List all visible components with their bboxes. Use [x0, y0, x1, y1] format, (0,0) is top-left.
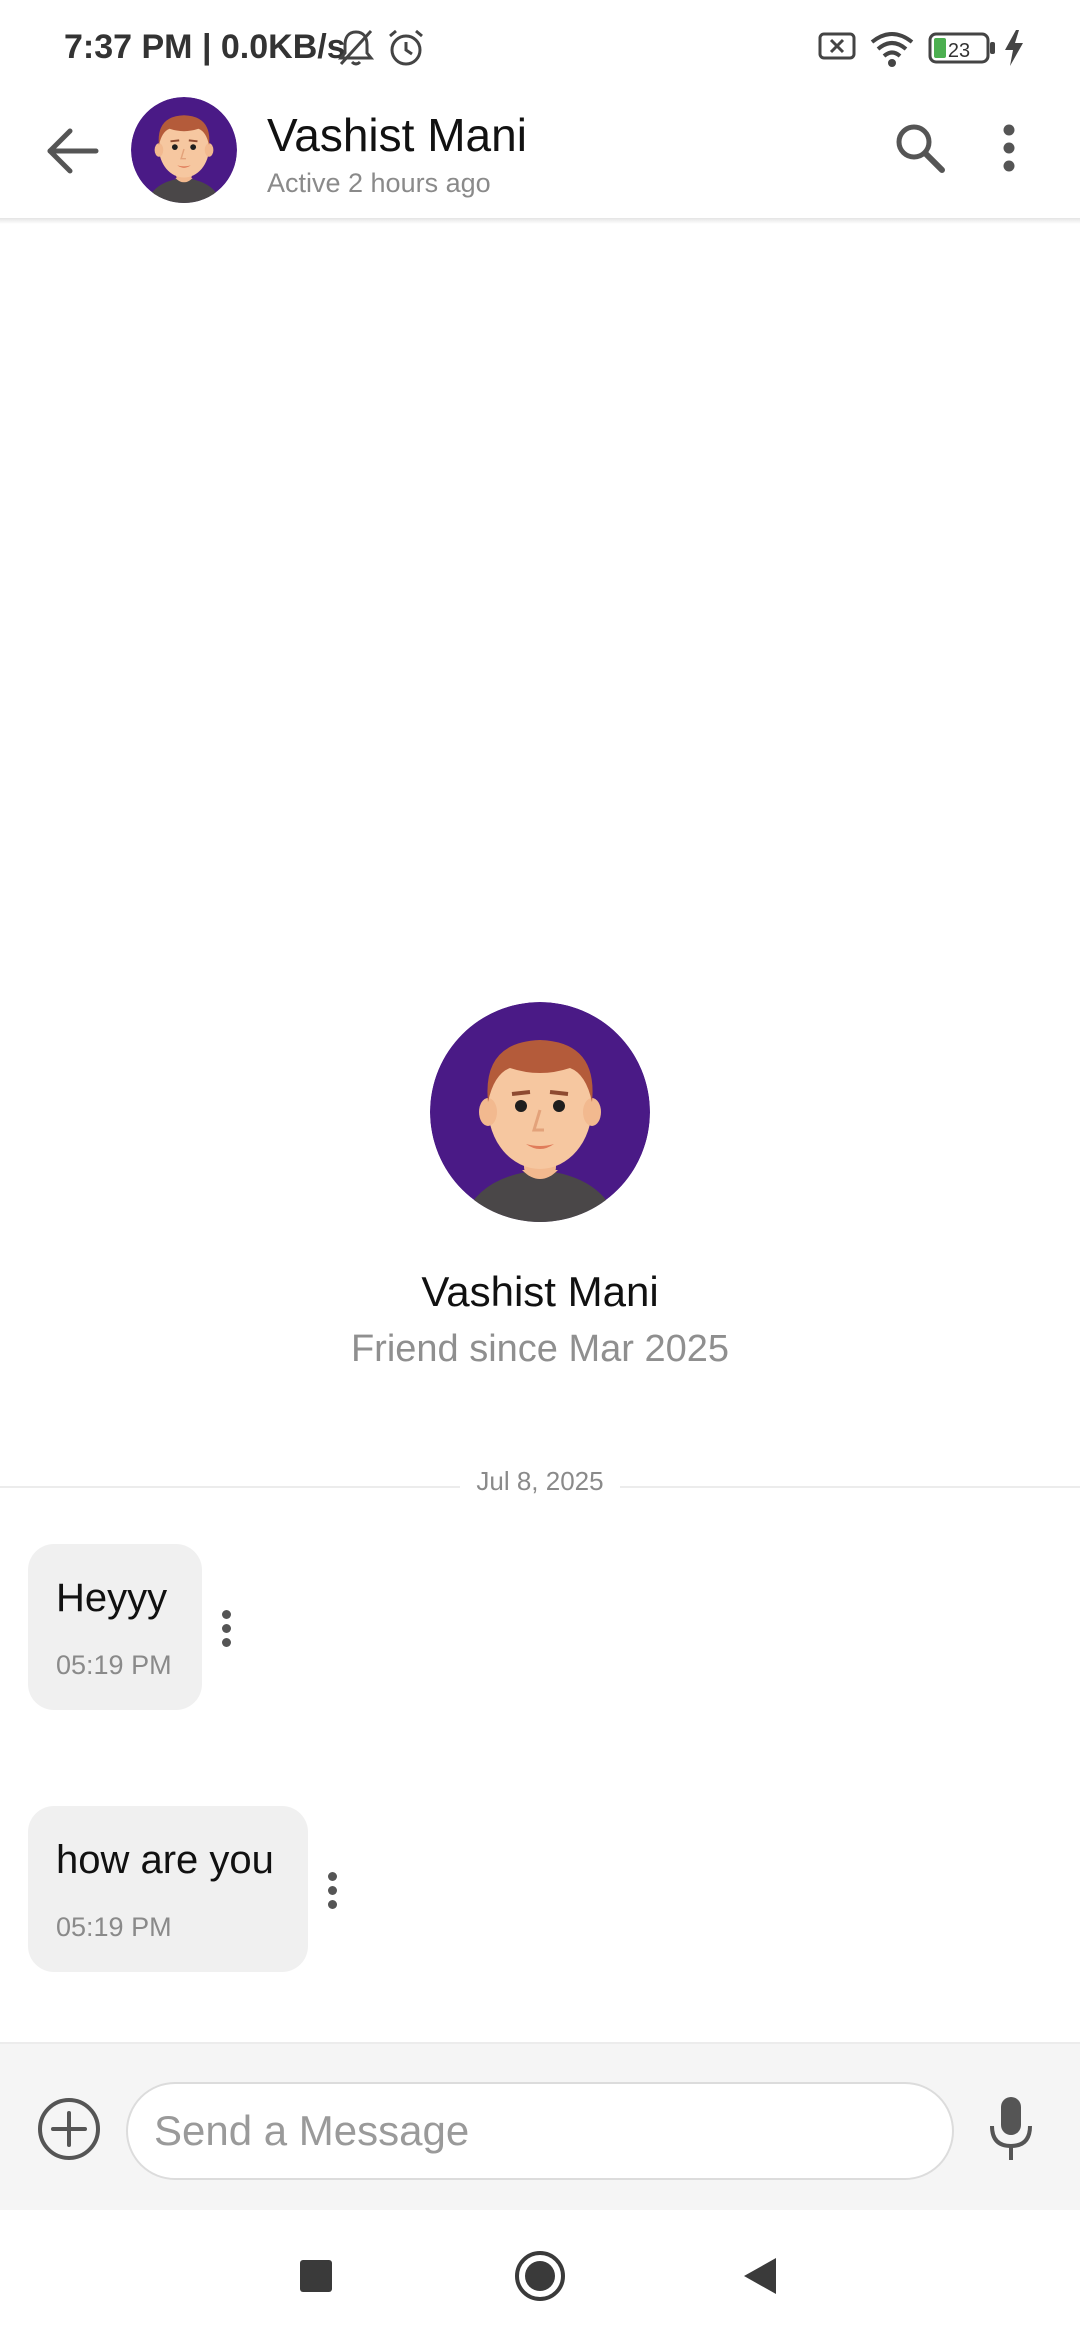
microphone-icon[interactable] — [986, 2094, 1036, 2164]
wifi-icon — [870, 32, 914, 67]
alarm-icon — [389, 29, 423, 66]
battery-level: 23 — [948, 40, 970, 62]
status-bar: 7:37 PM | 0.0KB/s 23 — [0, 0, 1080, 96]
message-time: 05:19 PM — [56, 1912, 172, 1942]
contact-status: Active 2 hours ago — [267, 168, 491, 198]
status-time: 7:37 PM | 0.0KB/s — [64, 28, 346, 66]
date-divider-label: Jul 8, 2025 — [476, 1466, 604, 1496]
search-icon[interactable] — [892, 120, 946, 174]
contact-name[interactable]: Vashist Mani — [267, 108, 527, 162]
date-divider: Jul 8, 2025 — [460, 1466, 620, 1497]
message-input[interactable] — [126, 2082, 954, 2180]
message-text: Heyyy — [56, 1576, 168, 1620]
recents-icon[interactable] — [298, 2258, 334, 2294]
message-options-icon[interactable] — [222, 1610, 232, 1652]
back-arrow-icon[interactable] — [44, 126, 100, 176]
more-vert-icon[interactable] — [998, 122, 1020, 174]
home-icon[interactable] — [514, 2250, 566, 2302]
profile-avatar[interactable] — [430, 1002, 650, 1222]
sim-off-icon — [818, 32, 856, 60]
message-bubble[interactable]: how are you 05:19 PM — [28, 1806, 308, 1972]
battery-icon: 23 — [928, 32, 995, 64]
header-shadow — [0, 218, 1080, 224]
message-text: how are you — [56, 1838, 274, 1882]
friend-since-text: Friend since Mar 2025 — [350, 1328, 730, 1370]
message-bubble[interactable]: Heyyy 05:19 PM — [28, 1544, 202, 1710]
message-time: 05:19 PM — [56, 1650, 172, 1680]
header-avatar[interactable] — [131, 97, 237, 203]
message-options-icon[interactable] — [328, 1872, 338, 1914]
charging-icon — [1005, 30, 1023, 66]
profile-name: Vashist Mani — [421, 1268, 659, 1315]
add-attachment-icon[interactable] — [36, 2096, 102, 2162]
nav-back-icon[interactable] — [742, 2256, 780, 2296]
bell-off-icon — [338, 29, 374, 66]
